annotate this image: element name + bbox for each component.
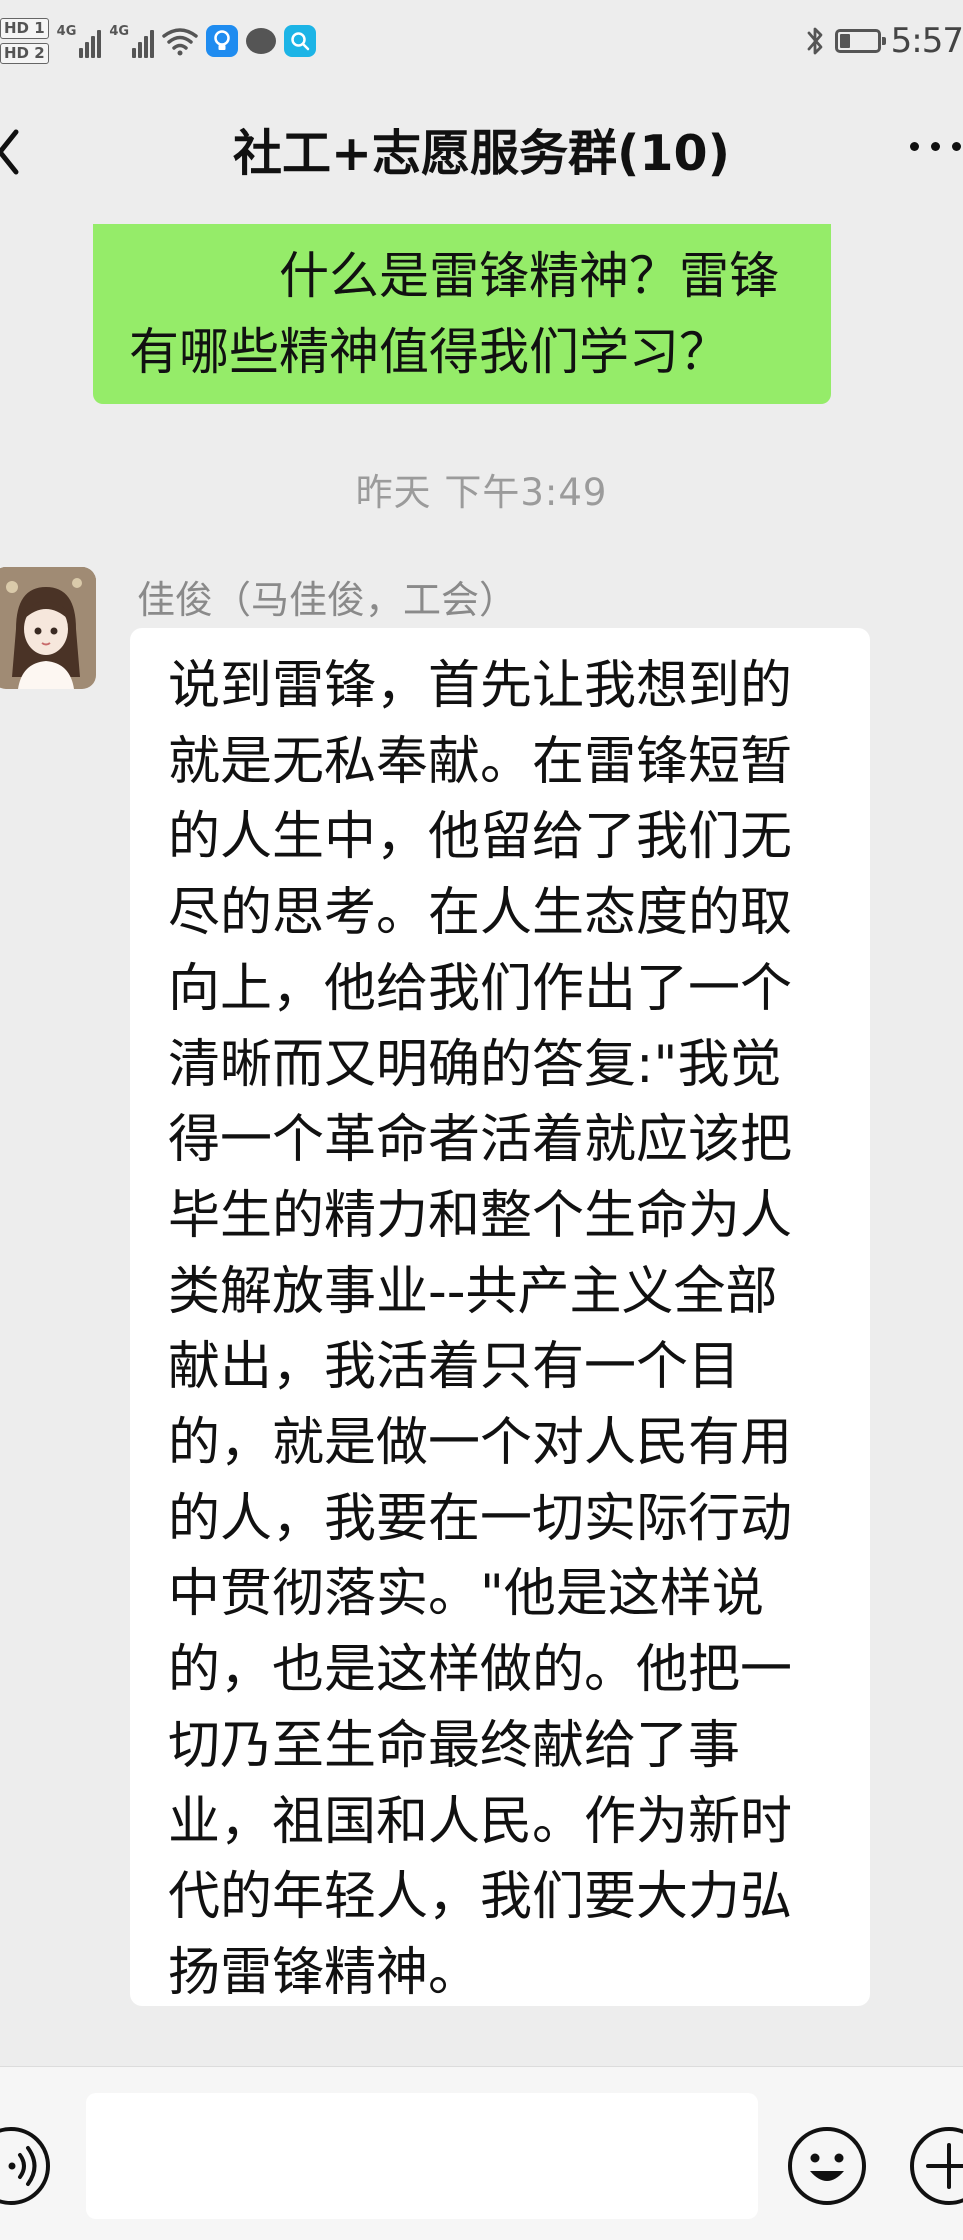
incoming-message-line: 献出，我活着只有一个目 (168, 1337, 741, 1398)
status-left: HD 1 HD 2 4G 4G (0, 14, 317, 68)
incoming-message-bubble[interactable]: 说到雷锋，首先让我想到的 就是无私奉献。在雷锋短暂 的人生中，他留给了我们无 尽… (130, 628, 870, 2006)
status-time: 5:57 (890, 21, 963, 61)
message-notification-icon (246, 28, 277, 54)
incoming-message-line: 代的年轻人，我们要大力弘 (168, 1867, 793, 1928)
message-timestamp: 昨天 下午3:49 (355, 471, 608, 514)
more-dots-icon[interactable] (910, 142, 961, 151)
voice-icon[interactable] (0, 2125, 52, 2207)
incoming-message-line: 的人，我要在一切实际行动 (168, 1488, 793, 1549)
notification-bulb-icon (206, 25, 239, 57)
incoming-message-line: 向上，他给我们作出了一个 (168, 958, 793, 1019)
battery-icon (834, 29, 886, 53)
incoming-message-line: 就是无私奉献。在雷锋短暂 (168, 731, 793, 792)
signal-1-icon: 4G (57, 24, 102, 58)
status-right: 5:57 (805, 18, 963, 64)
incoming-message-line: 切乃至生命最终献给了事 (168, 1715, 741, 1776)
incoming-message-line: 扬雷锋精神。 (168, 1942, 481, 2003)
incoming-message-line: 的人生中，他留给了我们无 (168, 807, 793, 868)
emoji-icon[interactable] (786, 2125, 868, 2207)
incoming-message-line: 得一个革命者活着就应该把 (168, 1110, 793, 1171)
plus-icon[interactable] (908, 2125, 963, 2207)
network1-label: 4G (56, 24, 77, 39)
incoming-message-line: 业，祖国和人民。作为新时 (168, 1791, 793, 1852)
avatar[interactable] (0, 567, 96, 689)
signal-2-icon: 4G (109, 24, 155, 58)
notification-search-icon (284, 25, 317, 57)
outgoing-message-line: 什么是雷锋精神？雷锋 (279, 247, 779, 305)
incoming-message-line: 清晰而又明确的答复:"我觉 (168, 1034, 782, 1095)
chat-title: 社工+志愿服务群(10) (232, 125, 731, 182)
chat-screen: HD 1 HD 2 4G 4G 5:57 社工+志愿服务群(10) 什么是雷锋精… (0, 0, 963, 2240)
incoming-message-line: 的，也是这样做的。他把一 (168, 1640, 793, 1701)
incoming-message-line: 类解放事业--共产主义全部 (168, 1261, 778, 1322)
input-bar (0, 2066, 963, 2240)
message-input[interactable] (86, 2093, 758, 2219)
sim-indicators: HD 1 HD 2 (0, 18, 49, 64)
outgoing-message-line: 有哪些精神值得我们学习？ (129, 323, 729, 381)
outgoing-message-bubble[interactable]: 什么是雷锋精神？雷锋 有哪些精神值得我们学习？ (93, 224, 831, 404)
sender-name: 佳俊（马佳俊，工会） (137, 578, 518, 622)
bluetooth-icon (807, 27, 823, 55)
incoming-message-line: 中贯彻落实。"他是这样说 (168, 1564, 764, 1625)
incoming-message-line: 毕生的精力和整个生命为人 (168, 1185, 793, 1246)
incoming-message-line: 说到雷锋，首先让我想到的 (168, 656, 793, 716)
network2-label: 4G (109, 24, 130, 39)
status-bar: HD 1 HD 2 4G 4G 5:57 (0, 0, 963, 82)
incoming-message-line: 尽的思考。在人生态度的取 (168, 883, 793, 944)
chat-header: 社工+志愿服务群(10) (0, 82, 963, 222)
incoming-message-line: 的，就是做一个对人民有用 (168, 1413, 793, 1474)
wifi-icon (162, 28, 198, 56)
sim1-label: HD 1 (0, 18, 49, 39)
sim2-label: HD 2 (0, 43, 49, 64)
